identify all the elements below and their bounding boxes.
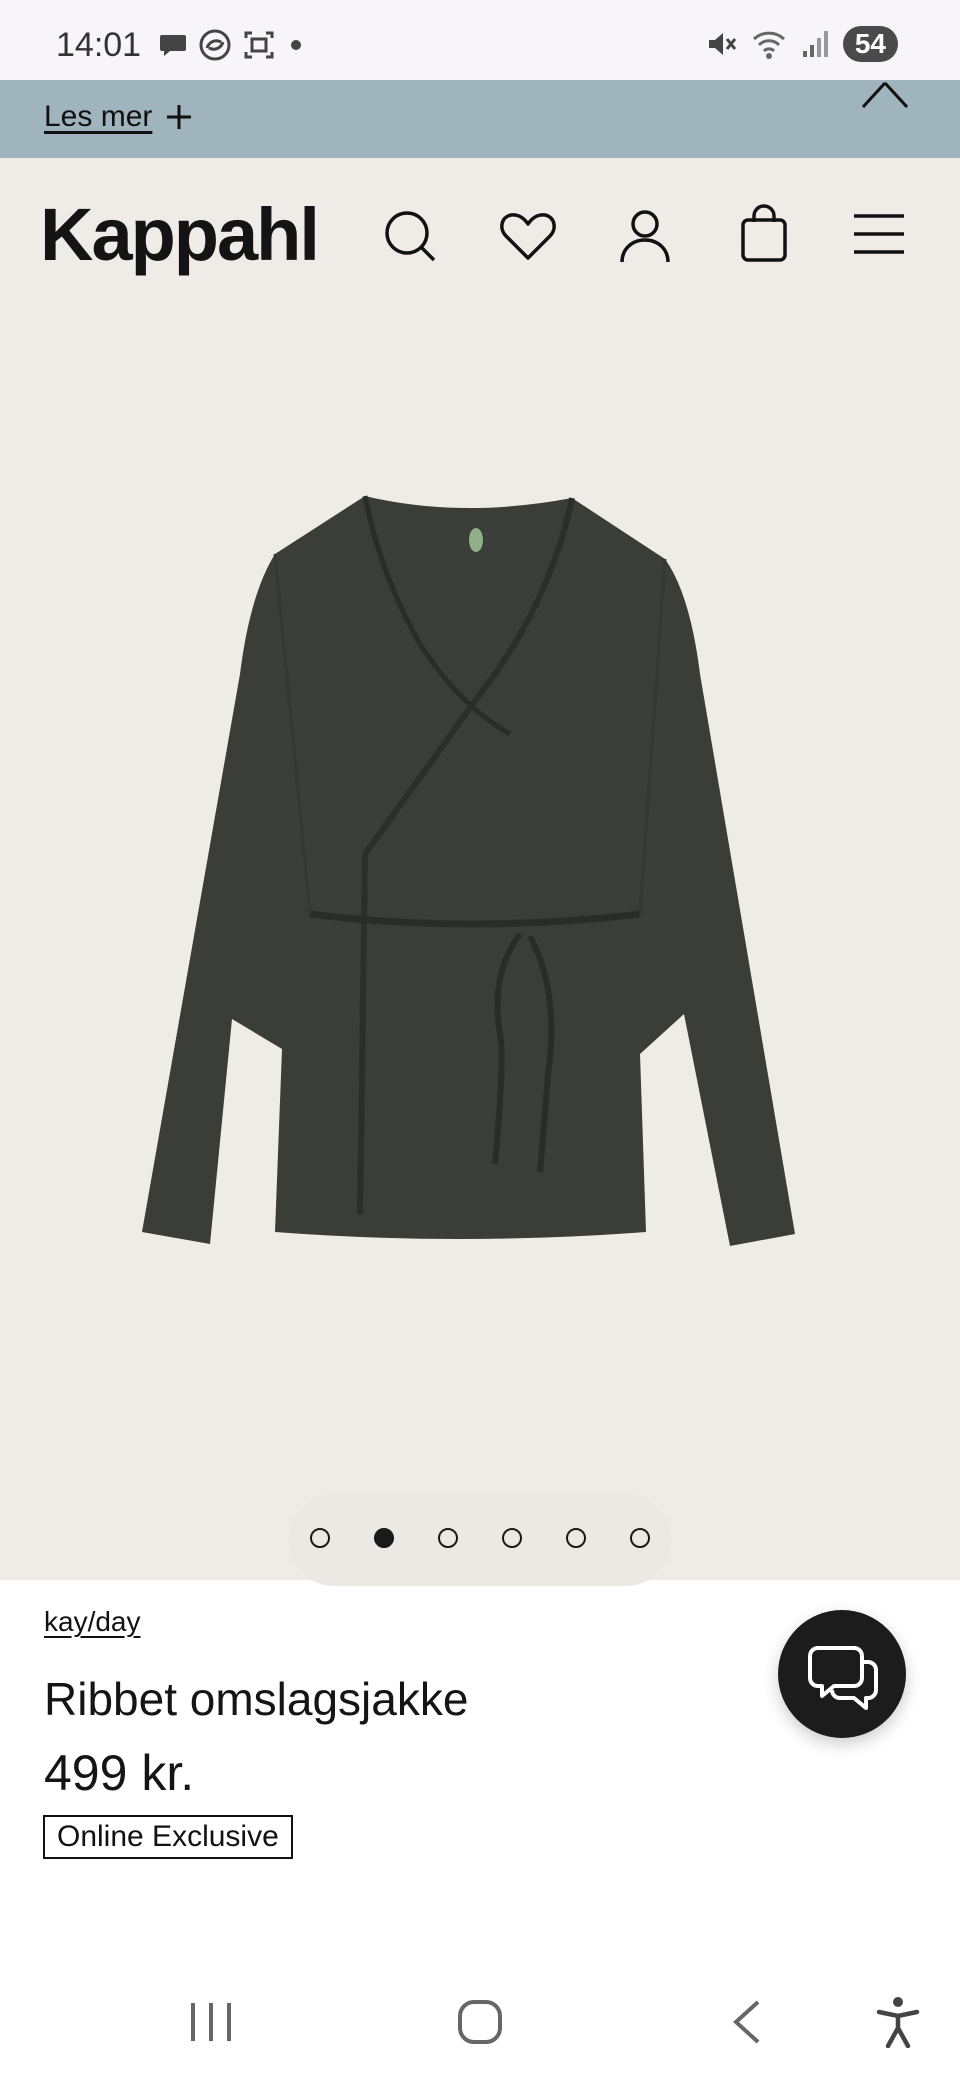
gallery-dot-5[interactable] xyxy=(566,1528,586,1548)
gallery-dot-3[interactable] xyxy=(438,1528,458,1548)
user-icon[interactable] xyxy=(618,208,672,264)
home-icon[interactable] xyxy=(456,1998,504,2046)
product-image xyxy=(142,495,795,1246)
status-bar: 14:01 54 xyxy=(0,0,960,80)
search-icon[interactable] xyxy=(382,208,438,264)
status-right-icons: 54 xyxy=(705,26,898,62)
mute-icon xyxy=(708,33,737,55)
wifi-icon xyxy=(752,31,785,59)
site-header: Kappahl xyxy=(0,158,960,314)
back-icon[interactable] xyxy=(730,1998,764,2046)
status-left-icons xyxy=(158,28,306,62)
product-title: Ribbet omslagsjakke xyxy=(44,1673,469,1725)
accessibility-icon[interactable] xyxy=(876,1996,920,2048)
plus-icon[interactable] xyxy=(164,102,194,132)
gallery-dot-2[interactable] xyxy=(374,1528,394,1548)
chat-bubble-icon xyxy=(160,35,186,56)
read-more-link[interactable]: Les mer xyxy=(44,100,152,134)
system-navigation-bar xyxy=(0,1960,960,2080)
heart-icon[interactable] xyxy=(498,208,558,264)
kappahl-logo[interactable]: Kappahl xyxy=(40,192,320,277)
online-exclusive-badge: Online Exclusive xyxy=(43,1815,293,1859)
menu-icon[interactable] xyxy=(852,212,906,256)
battery-indicator: 54 xyxy=(842,26,898,62)
product-price: 499 kr. xyxy=(44,1745,195,1801)
neck-label xyxy=(469,528,483,552)
gallery-dot-1[interactable] xyxy=(310,1528,330,1548)
recents-icon[interactable] xyxy=(188,2000,234,2044)
close-icon[interactable] xyxy=(860,80,910,110)
screenshot-icon xyxy=(244,31,274,59)
dot-icon xyxy=(291,40,301,50)
gallery-pagination xyxy=(288,1494,672,1586)
chat-icon xyxy=(808,1646,878,1710)
gallery-dot-4[interactable] xyxy=(502,1528,522,1548)
status-time: 14:01 xyxy=(56,26,142,64)
brand-link[interactable]: kay/day xyxy=(44,1606,141,1638)
promo-banner: Les mer xyxy=(0,80,960,158)
signal-icon xyxy=(802,31,828,57)
gallery-dot-6[interactable] xyxy=(630,1528,650,1548)
product-image-gallery[interactable] xyxy=(0,314,960,1586)
chat-button[interactable] xyxy=(778,1610,906,1738)
bag-icon[interactable] xyxy=(740,204,788,264)
jacket-body xyxy=(142,496,795,1246)
sync-icon xyxy=(199,29,231,61)
